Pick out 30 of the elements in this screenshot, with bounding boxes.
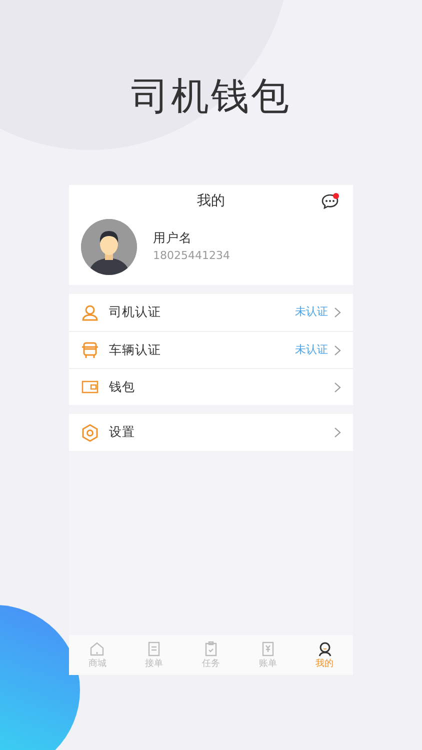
tab[interactable]: 账单 — [239, 635, 296, 675]
tab[interactable]: 我的 — [296, 635, 353, 675]
status-label: 未认证 — [295, 304, 328, 320]
user-name: 用户名 — [153, 229, 193, 248]
phone-number: 18025441234 — [153, 248, 230, 264]
person-icon — [81, 304, 99, 322]
wallet-icon — [81, 378, 99, 396]
chevron-icon — [334, 307, 341, 318]
menu-item[interactable]: 设置 — [109, 423, 334, 442]
document-icon — [146, 640, 162, 656]
user-icon — [316, 640, 333, 656]
avatar — [81, 219, 137, 275]
message-icon[interactable] — [321, 193, 339, 209]
tab[interactable]: 接单 — [126, 635, 183, 675]
home-icon — [89, 640, 106, 656]
menu-item[interactable]: 钱包 — [109, 378, 334, 396]
tab[interactable]: 商城 — [69, 635, 126, 675]
chevron-icon — [334, 427, 341, 438]
clipboard-icon — [202, 640, 219, 656]
truck-icon — [81, 341, 99, 359]
page-title: 我的 — [197, 192, 225, 211]
settings-icon — [81, 424, 99, 442]
menu-item[interactable]: 车辆认证 — [109, 340, 295, 360]
chevron-icon — [334, 382, 341, 392]
headline: 司机钱包 — [131, 74, 291, 120]
receipt-icon — [260, 640, 276, 656]
status-label: 未认证 — [295, 342, 328, 358]
chevron-icon — [334, 344, 341, 356]
tab[interactable]: 任务 — [182, 635, 240, 675]
menu-item[interactable]: 司机认证 — [109, 303, 295, 322]
